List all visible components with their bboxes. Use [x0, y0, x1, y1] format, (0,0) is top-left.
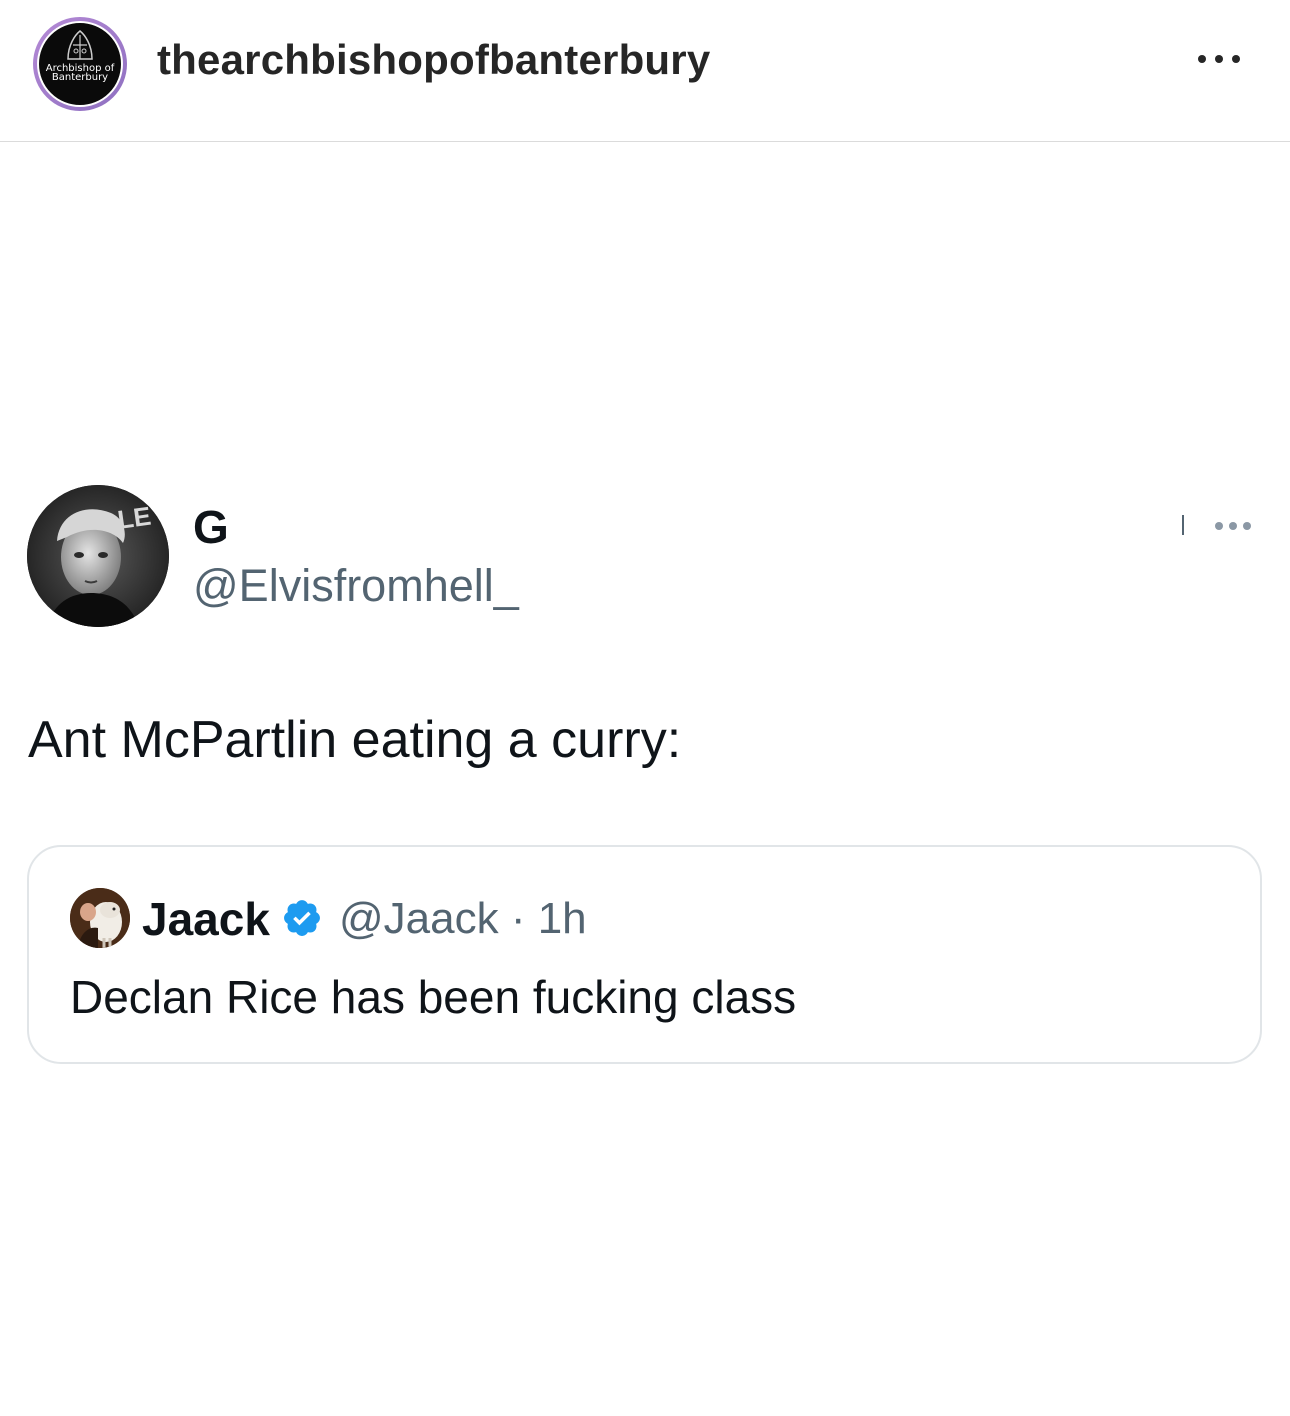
- dot: [1198, 55, 1206, 63]
- quoted-author-avatar: [70, 888, 130, 948]
- avatar-photo: LE: [27, 485, 169, 627]
- tweet-author-avatar: LE: [27, 485, 169, 627]
- quoted-tweet-text: Declan Rice has been fucking class: [70, 971, 797, 1023]
- dot: [1232, 55, 1240, 63]
- verified-badge-icon: [284, 900, 320, 936]
- dot: [1229, 522, 1237, 530]
- archbishop-logo: Archbishop of Banterbury: [37, 21, 123, 107]
- profile-avatar[interactable]: Archbishop of Banterbury: [33, 17, 127, 111]
- tweet-author-handle: @Elvisfromhell_: [193, 560, 519, 611]
- more-horizontal-icon[interactable]: [1198, 55, 1240, 63]
- text-caret: [1182, 515, 1184, 535]
- more-horizontal-icon: [1215, 522, 1251, 530]
- quoted-author-name: Jaack: [142, 893, 270, 945]
- post-header: Archbishop of Banterbury thearchbishopof…: [0, 0, 1290, 142]
- dot: [1215, 55, 1223, 63]
- username[interactable]: thearchbishopofbanterbury: [157, 36, 710, 84]
- logo-text-line2: Banterbury: [51, 72, 109, 83]
- quoted-handle-and-time: @Jaack · 1h: [339, 894, 587, 943]
- dot: [1215, 522, 1223, 530]
- dot: [1243, 522, 1251, 530]
- tweet-text: Ant McPartlin eating a curry:: [28, 711, 682, 769]
- avatar-photo: [70, 888, 130, 948]
- logo-text: Archbishop of Banterbury: [39, 64, 121, 83]
- tweet-author-name: G: [193, 501, 229, 553]
- quoted-tweet-card: Jaack @Jaack · 1h Declan Rice has been f…: [27, 845, 1262, 1064]
